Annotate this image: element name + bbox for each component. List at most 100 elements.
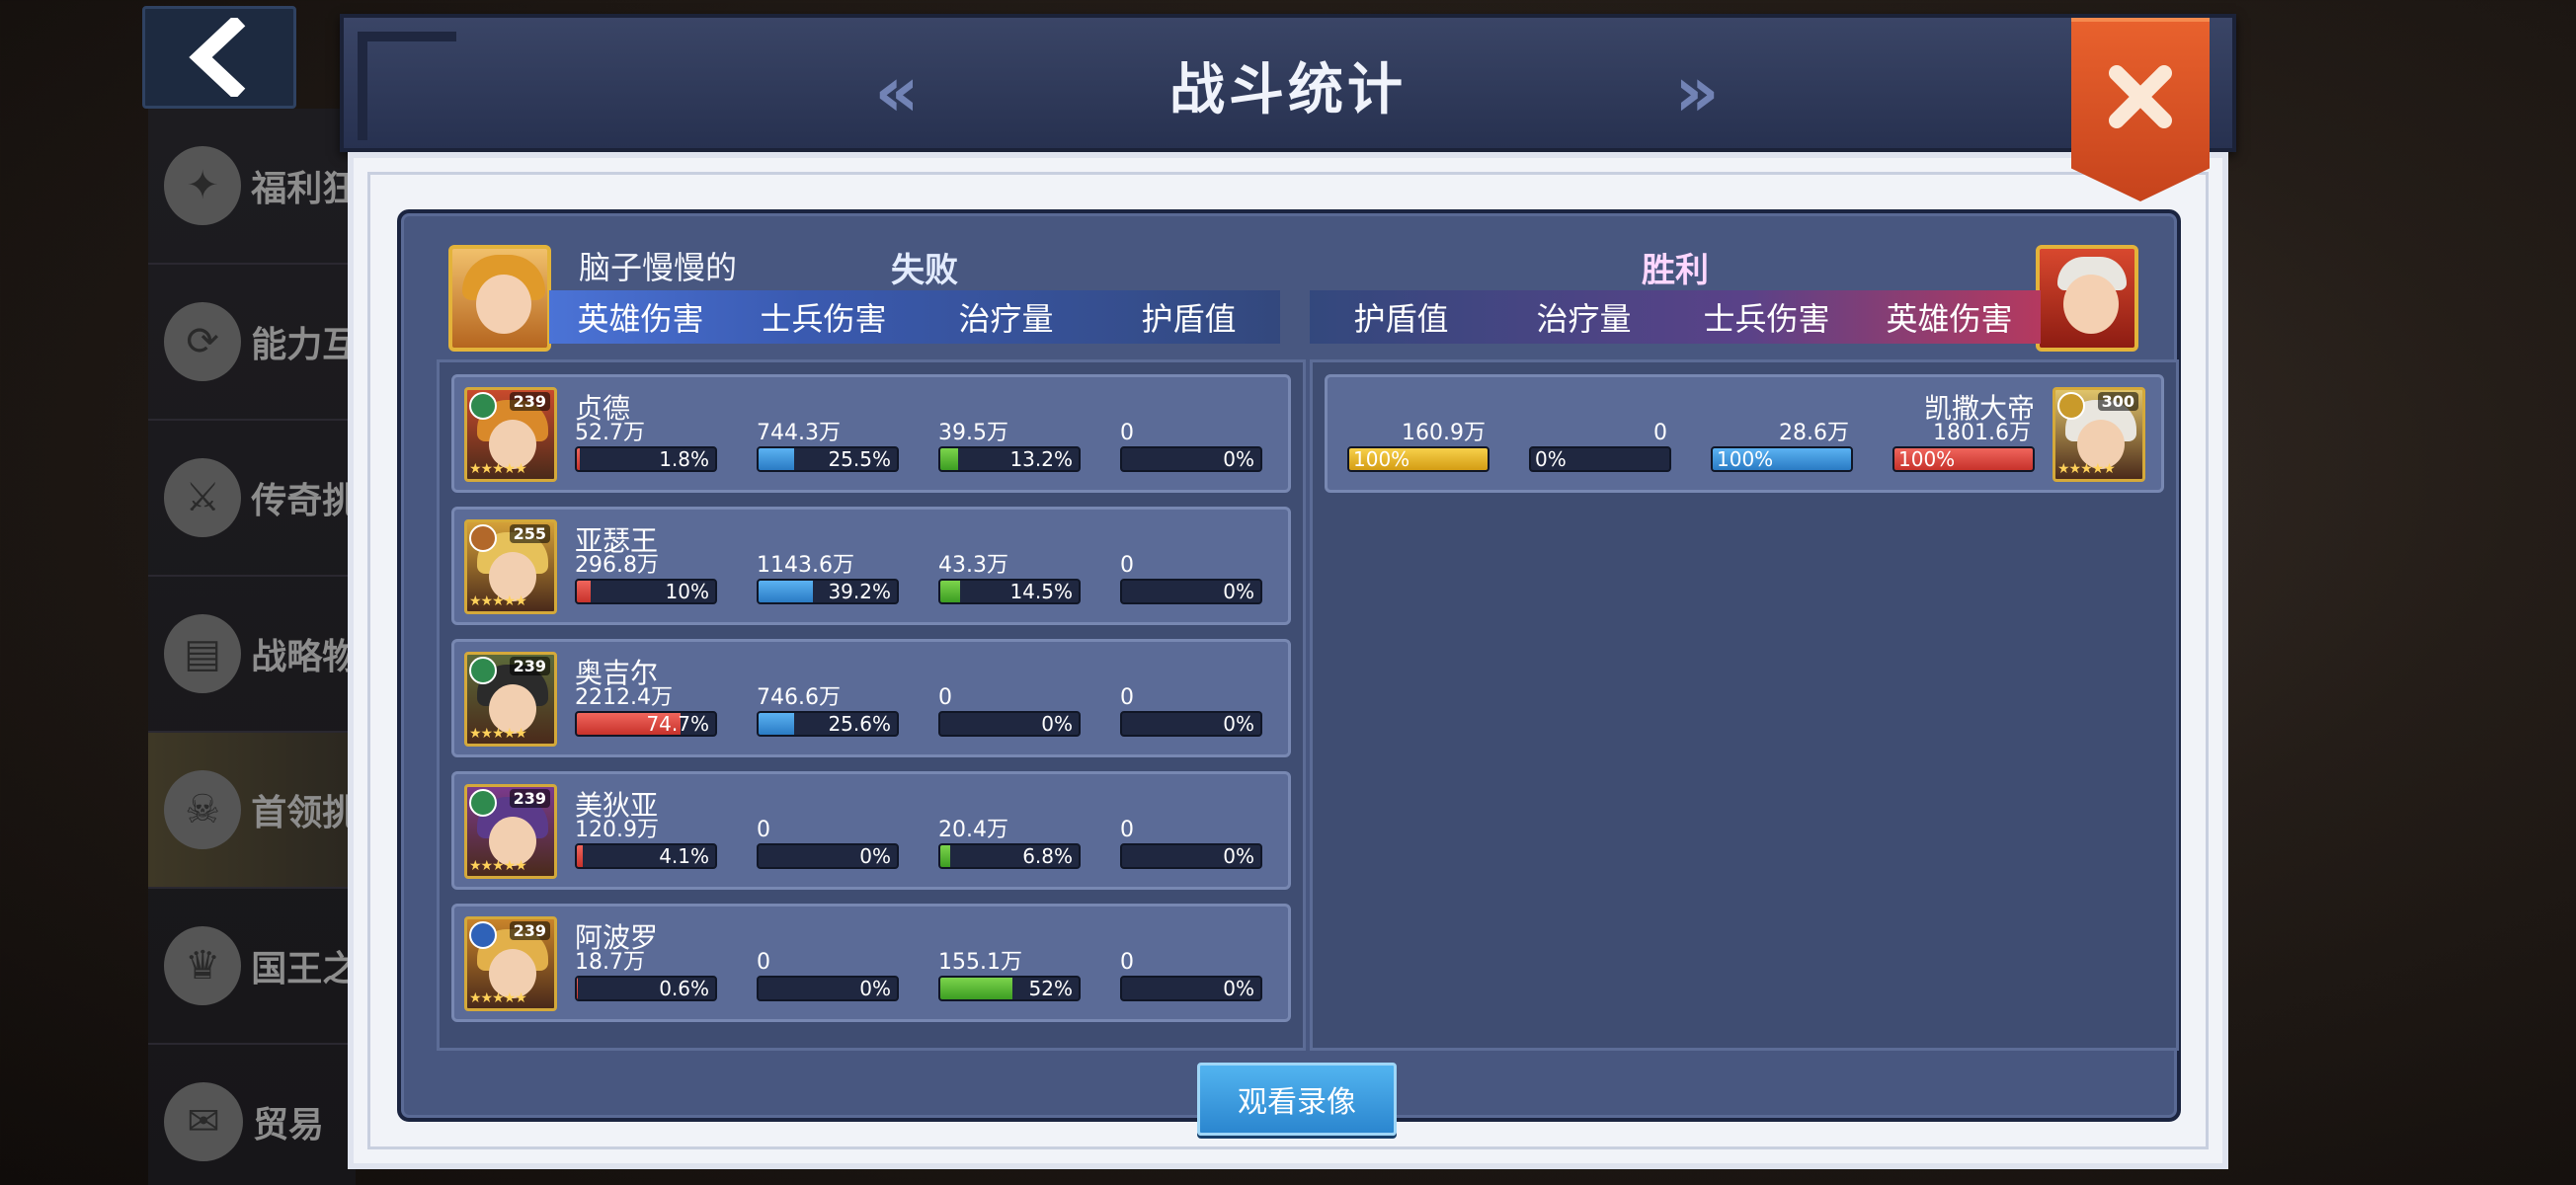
avatar-face [2063,275,2119,334]
hero-portrait[interactable]: 239 ★★★★★ [464,387,557,482]
stat-percent: 25.6% [828,712,891,736]
stat-percent: 0% [1223,447,1254,471]
stat-bar: 0% [757,843,899,869]
stat-bar-fill [577,978,578,999]
hero-class-badge-icon [469,657,497,684]
column-header-shield: 护盾值 [1141,300,1237,338]
back-button[interactable] [142,6,296,109]
hero-row[interactable]: 239 ★★★★★ 美狄亚 120.9万 4.1% 0 0% 20.4万 6.8% 0 0% [451,771,1291,890]
stat-percent: 25.5% [828,447,891,471]
stat-value: 18.7万 [575,950,645,975]
stat-percent: 0% [1223,580,1254,603]
column-header-shield: 护盾值 [1353,300,1449,338]
hero-level-badge: 239 [509,657,550,675]
stat-bar-fill [759,448,794,470]
stat-value: 296.8万 [575,553,659,578]
right-player-avatar[interactable] [2036,245,2138,352]
stat-percent: 0% [1041,712,1073,736]
stat-value: 1801.6万 [1933,421,2031,445]
hero-row[interactable]: 239 ★★★★★ 阿波罗 18.7万 0.6% 0 0% 155.1万 52% 0 0% [451,904,1291,1022]
stat-bar: 13.2% [938,446,1081,472]
side-menu-item-boss[interactable]: ☠ 首领挑 [148,733,356,889]
side-menu-label: 首领挑 [251,793,356,833]
stat-cell: 0 0% [1529,421,1673,472]
stat-bar: 0.6% [575,976,717,1001]
hero-portrait[interactable]: 239 ★★★★★ [464,916,557,1011]
side-menu-item-legend[interactable]: ⚔ 传奇挑 [148,421,356,577]
stat-percent: 10% [665,580,709,603]
stat-cell: 0 0% [1120,950,1264,1001]
stat-value: 1143.6万 [757,553,854,578]
left-player-avatar[interactable] [448,245,551,352]
stat-cell: 0 0% [1120,421,1264,472]
hero-portrait[interactable]: 239 ★★★★★ [464,784,557,879]
side-menu-item-trade[interactable]: ✉ 贸易 [148,1045,356,1185]
stat-percent: 0% [859,977,891,1000]
stat-bar-fill [577,448,580,470]
side-menu-item-strategy[interactable]: ▤ 战略物 [148,577,356,733]
star-rating-icon: ★★★★★ [469,461,527,477]
page-title: 战斗统计 [1169,58,1407,122]
stat-bar: 0% [1120,843,1262,869]
stat-value: 28.6万 [1779,421,1849,445]
close-button[interactable] [2071,18,2210,201]
stat-bar: 14.5% [938,579,1081,604]
hero-level-badge: 239 [509,921,550,940]
next-page-arrow-icon[interactable]: » [1657,51,1736,132]
stat-bar-fill [577,845,583,867]
stat-value: 43.3万 [938,553,1008,578]
side-menu-item-ability[interactable]: ⟳ 能力互 [148,265,356,421]
stat-percent: 0% [1223,844,1254,868]
side-menu-label: 国王之 [251,949,356,989]
stat-bar: 100% [1347,446,1489,472]
stat-value: 39.5万 [938,421,1008,445]
stats-panel: 脑子慢慢的 失败 胜利 英雄伤害 士兵伤害 治疗量 护盾值 护盾值 治疗量 士兵… [397,209,2181,1136]
column-header-soldier-damage: 士兵伤害 [1703,300,1830,338]
hero-portrait[interactable]: 255 ★★★★★ [464,519,557,614]
stat-percent: 6.8% [1022,844,1073,868]
hero-row[interactable]: 255 ★★★★★ 亚瑟王 296.8万 10% 1143.6万 39.2% 43.3万 14.… [451,507,1291,625]
hero-class-badge-icon [469,921,497,949]
stat-cell: 2212.4万 74.7% [575,685,719,737]
stat-cell: 43.3万 14.5% [938,553,1083,604]
stat-bar-fill [940,845,950,867]
stat-cell: 0 0% [757,818,901,869]
stat-value: 0 [1120,685,1134,710]
hero-row[interactable]: 239 ★★★★★ 贞德 52.7万 1.8% 744.3万 25.5% 39.5万 13.2%… [451,374,1291,493]
stat-bar-fill [940,581,961,602]
stat-value: 0 [938,685,952,710]
star-rating-icon: ★★★★★ [469,858,527,874]
stat-bar: 10% [575,579,717,604]
stat-percent: 100% [1717,447,1774,471]
hero-class-badge-icon [469,392,497,420]
stat-bar: 6.8% [938,843,1081,869]
hero-level-badge: 239 [509,392,550,411]
stat-value: 20.4万 [938,818,1008,842]
stat-bar-fill [759,581,813,602]
watch-replay-button[interactable]: 观看录像 [1197,1063,1397,1136]
side-menu-item-welfare[interactable]: ✦ 福利狂 [148,109,356,265]
stat-cell: 20.4万 6.8% [938,818,1083,869]
stat-percent: 13.2% [1009,447,1073,471]
stat-cell: 0 0% [1120,818,1264,869]
hero-portrait[interactable]: 300 ★★★★★ [2053,387,2145,482]
stat-cell: 746.6万 25.6% [757,685,901,737]
hero-class-badge-icon [469,789,497,817]
star-rating-icon: ★★★★★ [469,726,527,742]
stat-cell: 0 0% [938,685,1083,737]
column-header-healing: 治疗量 [958,300,1054,338]
hero-row[interactable]: 300 ★★★★★ 凯撒大帝 160.9万 100% 0 0% 28.6万 100% 1801.6… [1325,374,2164,493]
stat-percent: 100% [1898,447,1956,471]
side-menu-item-king[interactable]: ♛ 国王之 [148,889,356,1045]
star-rating-icon: ★★★★★ [469,593,527,609]
hero-row[interactable]: 239 ★★★★★ 奥吉尔 2212.4万 74.7% 746.6万 25.6% 0 0% 0 0% [451,639,1291,757]
hero-portrait[interactable]: 239 ★★★★★ [464,652,557,747]
cycle-icon: ⟳ [164,302,242,381]
stat-bar: 0% [1120,579,1262,604]
stat-value: 0 [1120,553,1134,578]
side-menu-label: 能力互 [251,325,356,365]
left-hero-list: 239 ★★★★★ 贞德 52.7万 1.8% 744.3万 25.5% 39.5万 13.2%… [437,359,1306,1051]
stat-bar: 25.6% [757,711,899,737]
side-menu-label: 战略物 [251,637,356,677]
right-column-headers: 护盾值 治疗量 士兵伤害 英雄伤害 [1310,290,2041,344]
